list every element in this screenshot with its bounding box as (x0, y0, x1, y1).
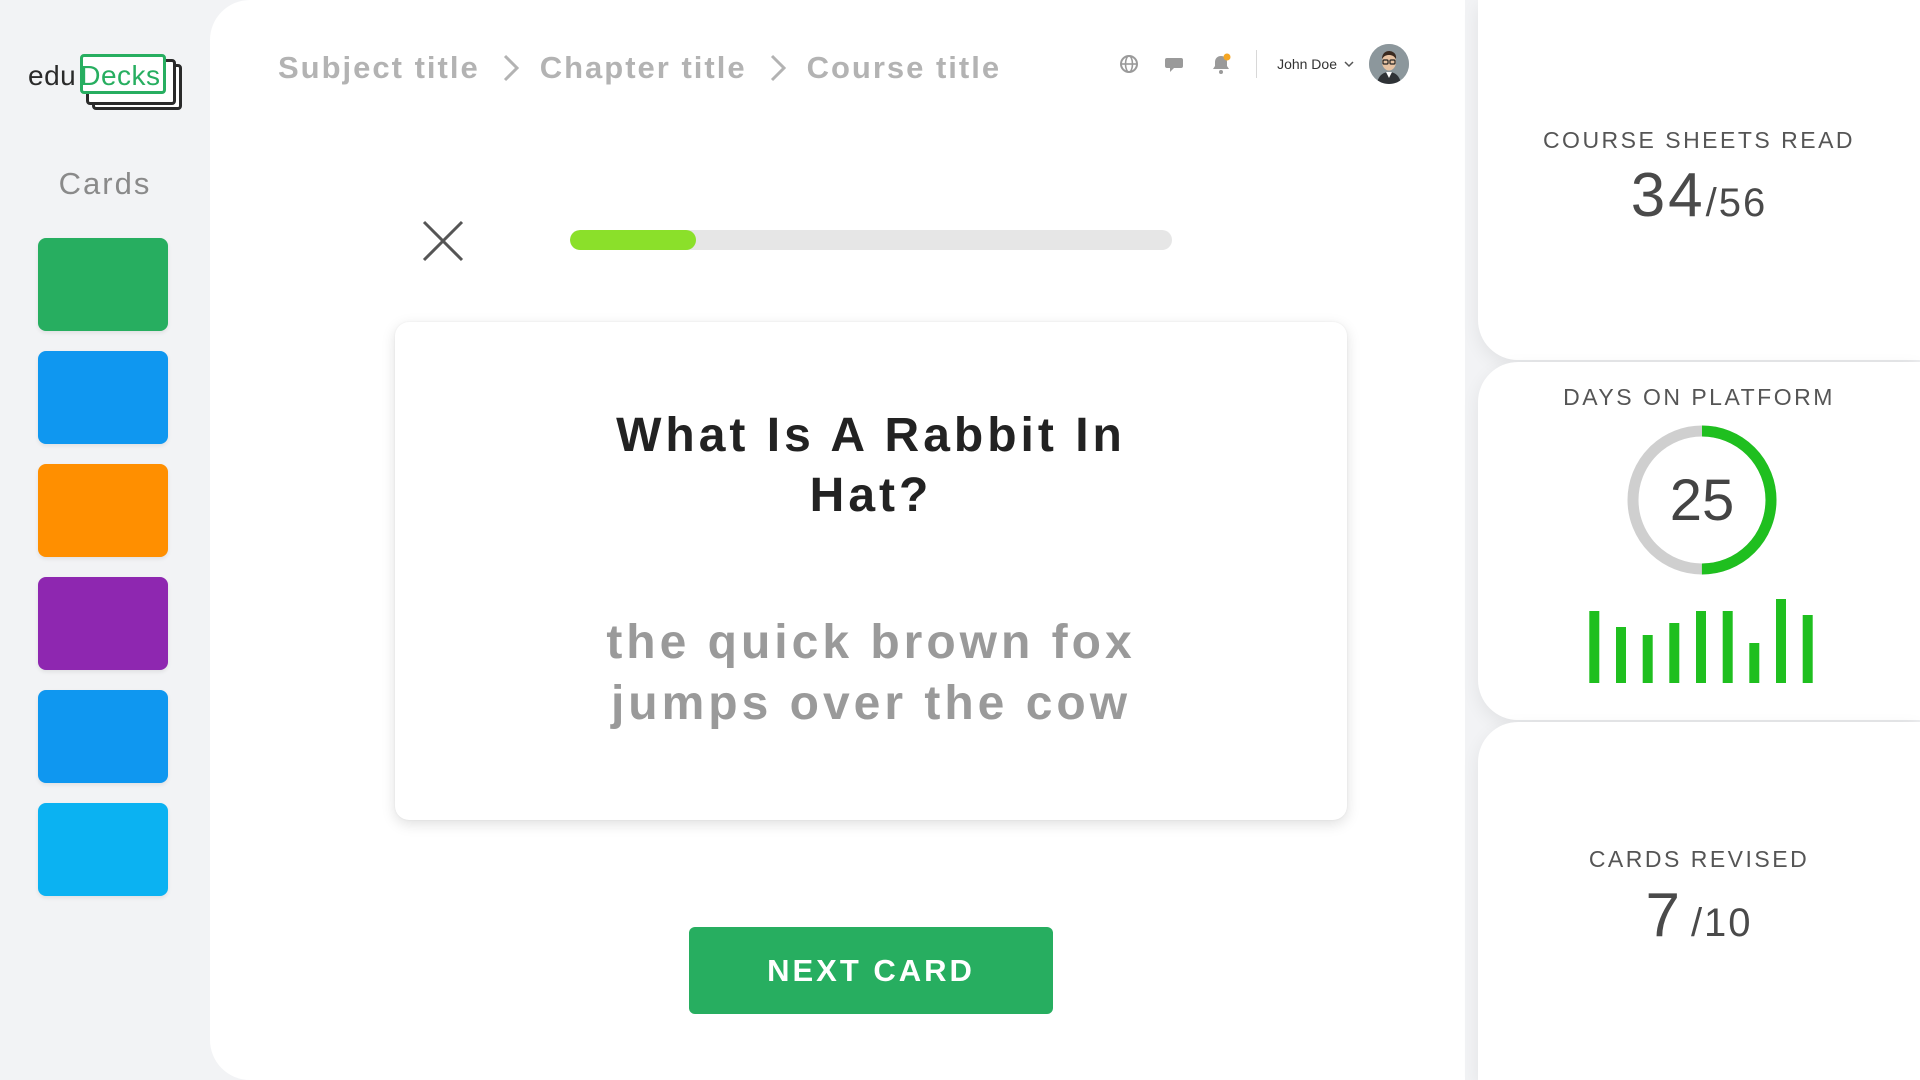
activity-bar (1802, 615, 1813, 683)
stat-title: CARDS REVISED (1588, 846, 1810, 872)
progress-bar (570, 230, 1172, 250)
chevron-right-icon (770, 54, 786, 82)
globe-icon[interactable] (1118, 53, 1140, 75)
activity-bar (1776, 599, 1786, 683)
user-avatar-icon (1369, 44, 1409, 84)
cards-revised-total: /10 (1690, 901, 1753, 945)
progress-fill (570, 230, 697, 250)
chevron-right-icon (503, 54, 519, 82)
stat-value: 7/10 (1478, 880, 1920, 951)
chevron-down-icon[interactable] (1343, 58, 1355, 70)
sheets-read-total: /56 (1705, 181, 1768, 225)
cards-revised-value: 7 (1645, 881, 1683, 950)
sidebar: edu Decks Cards (0, 0, 210, 1080)
main-panel: Subject title Chapter title Course title… (210, 0, 1465, 1080)
cards-revised-card: CARDS REVISED 7/10 (1478, 722, 1920, 1080)
edudecks-logo[interactable]: edu Decks (28, 52, 190, 114)
deck-card[interactable] (38, 238, 168, 331)
flashcard[interactable]: What Is A Rabbit In Hat? the quick brown… (395, 322, 1347, 820)
card-question: What Is A Rabbit In Hat? (616, 409, 1126, 522)
breadcrumb-subject[interactable]: Subject title (278, 50, 480, 86)
notification-dot (1223, 53, 1231, 61)
breadcrumb-course[interactable]: Course title (807, 50, 1002, 86)
deck-list (38, 238, 168, 916)
days-bar-chart (1589, 599, 1813, 683)
close-icon[interactable] (420, 218, 466, 264)
top-bar-actions: John Doe (1118, 44, 1409, 84)
user-name[interactable]: John Doe (1277, 56, 1337, 72)
deck-card[interactable] (38, 464, 168, 557)
activity-bar (1749, 643, 1760, 683)
stat-value: 34/56 (1478, 160, 1920, 231)
next-card-button[interactable]: NEXT CARD (689, 927, 1053, 1014)
logo-text-decks: Decks (80, 60, 161, 91)
breadcrumb-chapter[interactable]: Chapter title (540, 50, 747, 86)
avatar[interactable] (1369, 44, 1409, 84)
deck-card[interactable] (38, 690, 168, 783)
deck-card[interactable] (38, 803, 168, 896)
divider (1256, 50, 1258, 78)
stat-title: DAYS ON PLATFORM (1563, 384, 1835, 410)
activity-bar (1589, 611, 1600, 683)
chat-icon[interactable] (1164, 53, 1186, 75)
days-on-platform-card: DAYS ON PLATFORM 25 (1478, 362, 1920, 720)
activity-bar (1722, 611, 1733, 683)
sheets-read-value: 34 (1630, 161, 1706, 230)
sidebar-title: Cards (58, 166, 152, 201)
logo-text-edu: edu (28, 60, 77, 91)
activity-bar (1696, 611, 1706, 683)
deck-card[interactable] (38, 577, 168, 670)
bell-icon[interactable] (1210, 53, 1232, 75)
course-sheets-read-card: COURSE SHEETS READ 34/56 (1478, 0, 1920, 360)
deck-card[interactable] (38, 351, 168, 444)
activity-bar (1642, 635, 1653, 683)
card-answer: the quick brown fox jumps over the cow (606, 616, 1136, 730)
stat-title: COURSE SHEETS READ (1542, 127, 1856, 153)
activity-bar (1669, 623, 1680, 683)
breadcrumb: Subject title Chapter title Course title (278, 50, 1001, 86)
logo-text: edu Decks (28, 60, 161, 92)
activity-bar (1616, 627, 1626, 683)
days-value: 25 (1669, 467, 1735, 533)
